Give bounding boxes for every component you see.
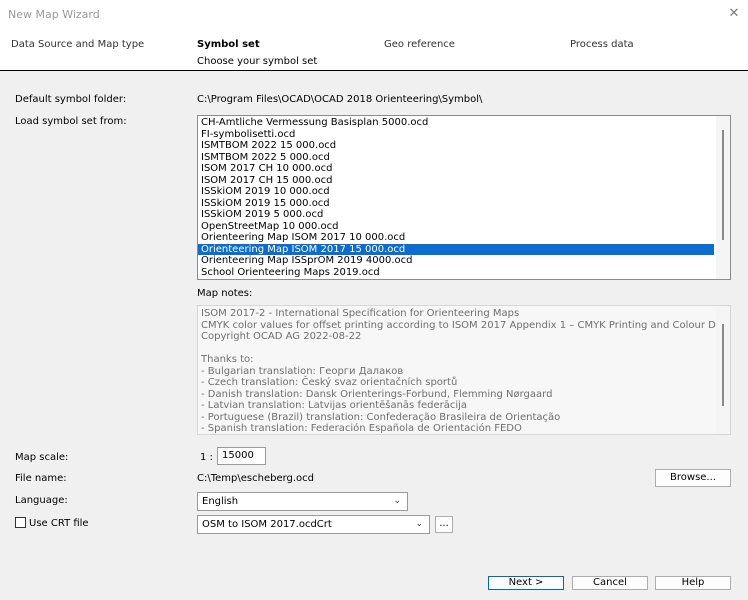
symbol-list-item[interactable]: CH-Amtliche Vermessung Basisplan 5000.oc…: [198, 117, 718, 129]
step-subtitle: Choose your symbol set: [197, 56, 318, 67]
file-name-label: File name:: [15, 473, 67, 484]
cancel-button[interactable]: Cancel: [572, 576, 648, 590]
map-note-line: CMYK color values for offset printing ac…: [201, 319, 731, 331]
map-scale-input[interactable]: 15000: [217, 447, 266, 465]
map-note-line: - Portuguese (Brazil) translation: Confe…: [201, 411, 561, 423]
symbol-list-item[interactable]: ISMTBOM 2022 5 000.ocd: [198, 152, 718, 164]
map-note-line: - Latvian translation: Latvijas orientēš…: [201, 400, 468, 411]
help-button[interactable]: Help: [655, 576, 731, 590]
symbol-list-item[interactable]: ISOM 2017 CH 15 000.ocd: [198, 175, 718, 187]
browse-button[interactable]: Browse...: [655, 469, 731, 487]
map-notes-label: Map notes:: [197, 288, 253, 299]
map-note-line: - Bulgarian translation: Георги Далаков: [201, 365, 404, 377]
map-note-line: Copyright OCAD AG 2022-08-22: [201, 331, 362, 342]
symbol-list-item[interactable]: Orienteering Map ISOM 2017 15 000.ocd: [198, 243, 714, 255]
next-button[interactable]: Next >: [488, 576, 564, 590]
symbol-list-item[interactable]: ISOM 2017 CH 10 000.ocd: [198, 163, 718, 175]
symbol-list-item[interactable]: Orienteering Map ISSprOM 2019 4000.ocd: [198, 255, 718, 267]
map-scale-label: Map scale:: [15, 452, 69, 463]
default-folder-value: C:\Program Files\OCAD\OCAD 2018 Orientee…: [197, 94, 483, 105]
wizard-steps: Data Source and Map type Symbol set Choo…: [0, 28, 748, 71]
symbol-list-scrollbar[interactable]: [716, 116, 730, 279]
file-name-value: C:\Temp\escheberg.ocd: [197, 473, 315, 484]
language-label: Language:: [15, 495, 68, 506]
symbol-list-item[interactable]: FI-symbolisetti.ocd: [198, 129, 718, 141]
map-note-line: [198, 343, 718, 355]
map-note-line: - Czech translation: Český svaz orientač…: [201, 377, 458, 388]
symbol-list-item[interactable]: ISMTBOM 2022 15 000.ocd: [198, 140, 718, 152]
window-title: New Map Wizard: [8, 8, 100, 21]
map-scale-prefix: 1 :: [200, 452, 213, 463]
symbol-list-scroll-thumb[interactable]: [722, 130, 724, 240]
symbol-list-label: Load symbol set from:: [15, 116, 127, 127]
crt-select[interactable]: OSM to ISOM 2017.ocdCrt ⌄: [197, 515, 430, 534]
notes-scroll-thumb[interactable]: [722, 324, 724, 406]
title-bar: New Map Wizard ✕: [0, 0, 748, 28]
map-note-line: - Spanish translation: Federación Españo…: [201, 423, 522, 434]
symbol-list-item[interactable]: ISSkiOM 2019 5 000.ocd: [198, 209, 718, 221]
symbol-set-list[interactable]: CH-Amtliche Vermessung Basisplan 5000.oc…: [197, 115, 731, 280]
symbol-list-item[interactable]: Orienteering Map ISOM 2017 10 000.ocd: [198, 232, 718, 244]
crt-label[interactable]: Use CRT file: [29, 518, 89, 529]
symbol-list-item[interactable]: School Orienteering Maps 2019.ocd: [198, 267, 718, 279]
map-note-line: - Danish translation: Dansk Orienterings…: [201, 388, 553, 400]
map-note-line: Thanks to:: [201, 354, 254, 365]
step-process-data: Process data: [570, 39, 634, 50]
default-folder-label: Default symbol folder:: [15, 94, 127, 105]
crt-checkbox[interactable]: [15, 517, 26, 528]
chevron-down-icon: ⌄: [415, 519, 423, 529]
step-symbol-set: Symbol set: [197, 39, 260, 50]
notes-scrollbar[interactable]: [716, 306, 730, 434]
crt-value: OSM to ISOM 2017.ocdCrt: [202, 519, 332, 530]
step-data-source: Data Source and Map type: [11, 39, 145, 50]
language-select[interactable]: English ⌄: [197, 492, 408, 511]
map-note-line: ISOM 2017-2 - International Specificatio…: [201, 308, 520, 319]
symbol-list-item[interactable]: ISSkiOM 2019 15 000.ocd: [198, 198, 718, 210]
map-notes-box[interactable]: ISOM 2017-2 - International Specificatio…: [197, 305, 731, 435]
symbol-list-item[interactable]: OpenStreetMap 10 000.ocd: [198, 221, 718, 233]
step-geo-reference: Geo reference: [384, 39, 455, 50]
crt-browse-button[interactable]: ...: [435, 516, 453, 533]
symbol-list-item[interactable]: ISSkiOM 2019 10 000.ocd: [198, 186, 718, 198]
chevron-down-icon: ⌄: [393, 496, 401, 506]
language-value: English: [202, 496, 239, 507]
close-icon[interactable]: ✕: [724, 4, 744, 24]
